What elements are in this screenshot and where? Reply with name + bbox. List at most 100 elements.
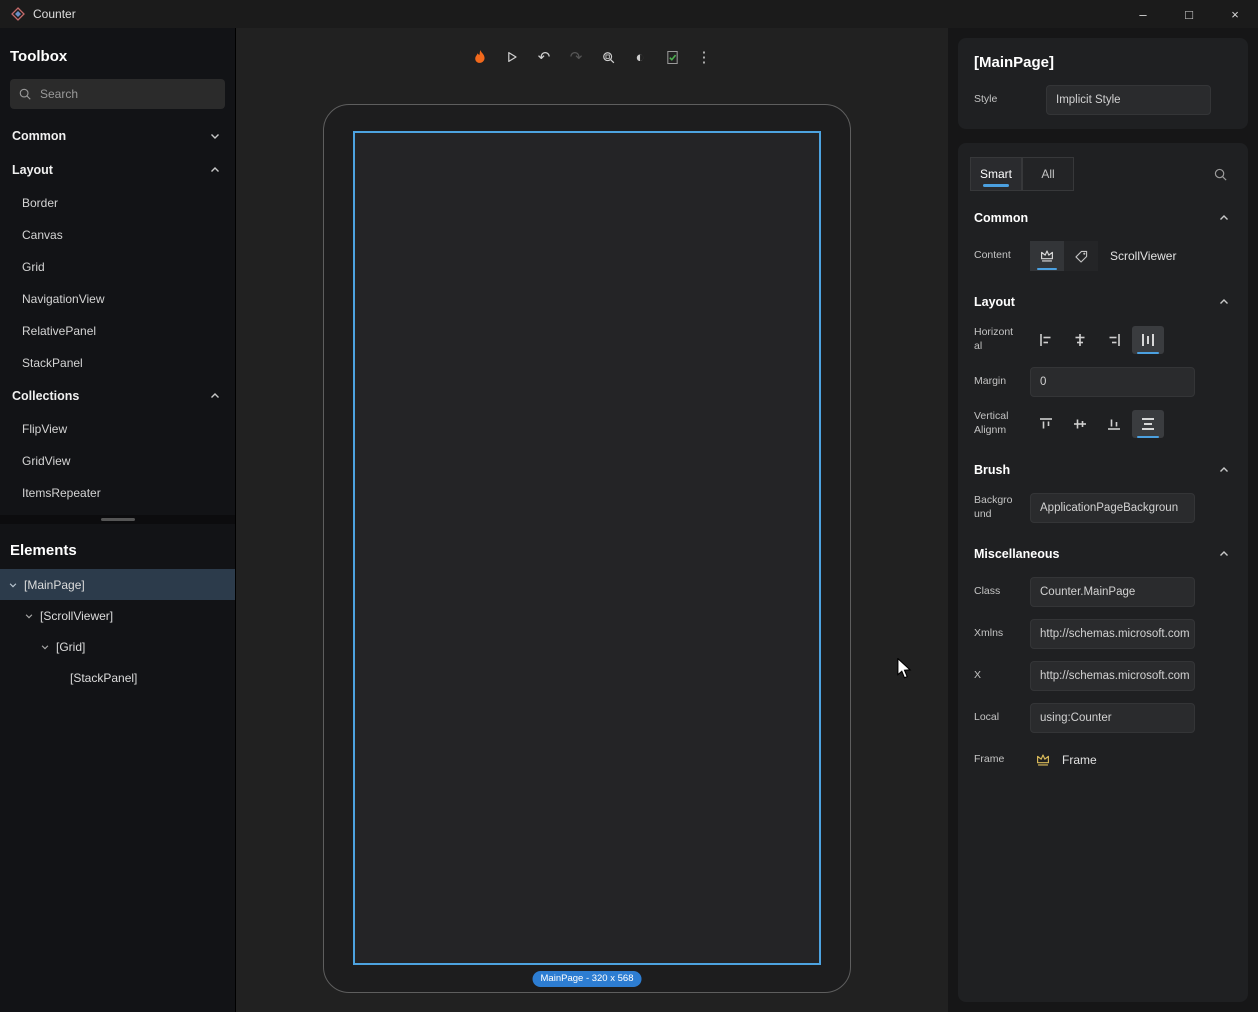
maximize-button[interactable]: □ bbox=[1166, 0, 1212, 28]
flame-icon bbox=[471, 48, 489, 66]
theme-toggle-icon: ◐ bbox=[635, 50, 644, 65]
theme-toggle-button[interactable]: ◐ bbox=[627, 44, 653, 70]
align-center-horizontal-icon bbox=[1071, 331, 1089, 349]
chevron-down-icon bbox=[209, 130, 221, 142]
toolbox-section-collections[interactable]: Collections bbox=[0, 379, 235, 413]
tab-all[interactable]: All bbox=[1022, 157, 1074, 191]
redo-button[interactable]: ↷ bbox=[563, 44, 589, 70]
content-label: Content bbox=[974, 249, 1014, 263]
toolbox-item-flipview[interactable]: FlipView bbox=[0, 413, 235, 445]
element-tree-item-grid[interactable]: [Grid] bbox=[0, 631, 235, 662]
toolbox-search-input[interactable] bbox=[40, 87, 217, 101]
align-right-button[interactable] bbox=[1098, 326, 1130, 354]
undo-button[interactable]: ↶ bbox=[531, 44, 557, 70]
minimize-button[interactable]: – bbox=[1120, 0, 1166, 28]
stretch-horizontal-button[interactable] bbox=[1132, 326, 1164, 354]
toolbox-title: Toolbox bbox=[0, 28, 235, 77]
align-center-vertical-icon bbox=[1071, 415, 1089, 433]
margin-field[interactable]: 0 bbox=[1030, 367, 1195, 397]
toolbox-item-canvas[interactable]: Canvas bbox=[0, 219, 235, 251]
control-type-icon bbox=[1038, 247, 1056, 265]
xmlns-field[interactable]: http://schemas.microsoft.com bbox=[1030, 619, 1195, 649]
close-icon: × bbox=[1231, 7, 1239, 22]
design-page-surface[interactable] bbox=[353, 131, 821, 965]
class-field[interactable]: Counter.MainPage bbox=[1030, 577, 1195, 607]
properties-card: Smart All Common bbox=[958, 143, 1248, 1002]
toolbox-panel: Toolbox Common Layout Border Ca bbox=[0, 28, 236, 1012]
content-type-button[interactable] bbox=[1030, 241, 1064, 271]
local-field[interactable]: using:Counter bbox=[1030, 703, 1195, 733]
play-button[interactable] bbox=[499, 44, 525, 70]
tag-icon bbox=[1073, 248, 1090, 265]
stretch-horizontal-icon bbox=[1139, 331, 1157, 349]
toolbox-item-navigationview[interactable]: NavigationView bbox=[0, 283, 235, 315]
toolbox-item-border[interactable]: Border bbox=[0, 187, 235, 219]
section-label: Layout bbox=[974, 295, 1015, 309]
vertical-alignment-label: Vertical Alignm bbox=[974, 410, 1014, 437]
canvas-toolbar: ↶ ↷ ◐ ⋮ bbox=[467, 44, 717, 70]
toolbox-section-common[interactable]: Common bbox=[0, 119, 235, 153]
elements-title: Elements bbox=[0, 524, 235, 569]
property-row-class: Class Counter.MainPage bbox=[968, 577, 1236, 607]
section-label: Miscellaneous bbox=[974, 547, 1059, 561]
tree-item-label: [ScrollViewer] bbox=[40, 609, 113, 623]
section-common-header[interactable]: Common bbox=[968, 197, 1236, 239]
section-label: Collections bbox=[12, 389, 79, 403]
toolbox-item-gridview[interactable]: GridView bbox=[0, 445, 235, 477]
toolbox-item-grid[interactable]: Grid bbox=[0, 251, 235, 283]
properties-search-button[interactable] bbox=[1206, 160, 1234, 188]
zoom-selection-button[interactable] bbox=[595, 44, 621, 70]
element-tree-item-stackpanel[interactable]: [StackPanel] bbox=[0, 662, 235, 693]
section-layout-header[interactable]: Layout bbox=[968, 281, 1236, 323]
section-label: Layout bbox=[12, 163, 53, 177]
property-row-xmlns: Xmlns http://schemas.microsoft.com bbox=[968, 619, 1236, 649]
section-label: Common bbox=[12, 129, 66, 143]
toolbox-item-relativepanel[interactable]: RelativePanel bbox=[0, 315, 235, 347]
app-window: Counter – □ × Toolbox Common bbox=[0, 0, 1258, 1012]
align-bottom-button[interactable] bbox=[1098, 410, 1130, 438]
align-top-icon bbox=[1037, 415, 1055, 433]
style-label: Style bbox=[974, 93, 1014, 107]
validate-button[interactable] bbox=[659, 44, 685, 70]
chevron-up-icon bbox=[209, 390, 221, 402]
align-center-vertical-button[interactable] bbox=[1064, 410, 1096, 438]
tree-item-label: [StackPanel] bbox=[70, 671, 137, 685]
chevron-up-icon bbox=[1218, 548, 1230, 560]
background-field[interactable]: ApplicationPageBackgroun bbox=[1030, 493, 1195, 523]
panel-splitter[interactable] bbox=[0, 515, 235, 524]
toolbox-item-itemsrepeater[interactable]: ItemsRepeater bbox=[0, 477, 235, 509]
element-tree-item-scrollviewer[interactable]: [ScrollViewer] bbox=[0, 600, 235, 631]
content-value: ScrollViewer bbox=[1110, 249, 1176, 263]
stretch-vertical-button[interactable] bbox=[1132, 410, 1164, 438]
toolbox-section-layout[interactable]: Layout bbox=[0, 153, 235, 187]
section-miscellaneous-header[interactable]: Miscellaneous bbox=[968, 533, 1236, 575]
redo-icon: ↷ bbox=[570, 50, 583, 65]
align-center-horizontal-button[interactable] bbox=[1064, 326, 1096, 354]
section-brush-header[interactable]: Brush bbox=[968, 449, 1236, 491]
property-row-vertical-alignment: Vertical Alignm bbox=[968, 409, 1236, 439]
property-row-local: Local using:Counter bbox=[968, 703, 1236, 733]
align-top-button[interactable] bbox=[1030, 410, 1062, 438]
window-title: Counter bbox=[33, 7, 76, 21]
hot-reload-button[interactable] bbox=[467, 44, 493, 70]
chevron-up-icon bbox=[1218, 296, 1230, 308]
chevron-down-icon bbox=[40, 642, 50, 652]
align-left-icon bbox=[1037, 331, 1055, 349]
element-tree-item-mainpage[interactable]: [MainPage] bbox=[0, 569, 235, 600]
chevron-down-icon bbox=[8, 580, 18, 590]
x-field[interactable]: http://schemas.microsoft.com bbox=[1030, 661, 1195, 691]
chevron-up-icon bbox=[1218, 212, 1230, 224]
toolbox-item-stackpanel[interactable]: StackPanel bbox=[0, 347, 235, 379]
more-options-button[interactable]: ⋮ bbox=[691, 44, 717, 70]
property-row-margin: Margin 0 bbox=[968, 367, 1236, 397]
tree-item-label: [MainPage] bbox=[24, 578, 85, 592]
chevron-up-icon bbox=[209, 164, 221, 176]
style-field[interactable]: Implicit Style bbox=[1046, 85, 1211, 115]
search-icon bbox=[1213, 167, 1228, 182]
property-row-content: Content ScrollViewer bbox=[968, 241, 1236, 271]
align-left-button[interactable] bbox=[1030, 326, 1062, 354]
toolbox-search[interactable] bbox=[10, 79, 225, 109]
tab-smart[interactable]: Smart bbox=[970, 157, 1022, 191]
content-tag-button[interactable] bbox=[1064, 241, 1098, 271]
close-button[interactable]: × bbox=[1212, 0, 1258, 28]
